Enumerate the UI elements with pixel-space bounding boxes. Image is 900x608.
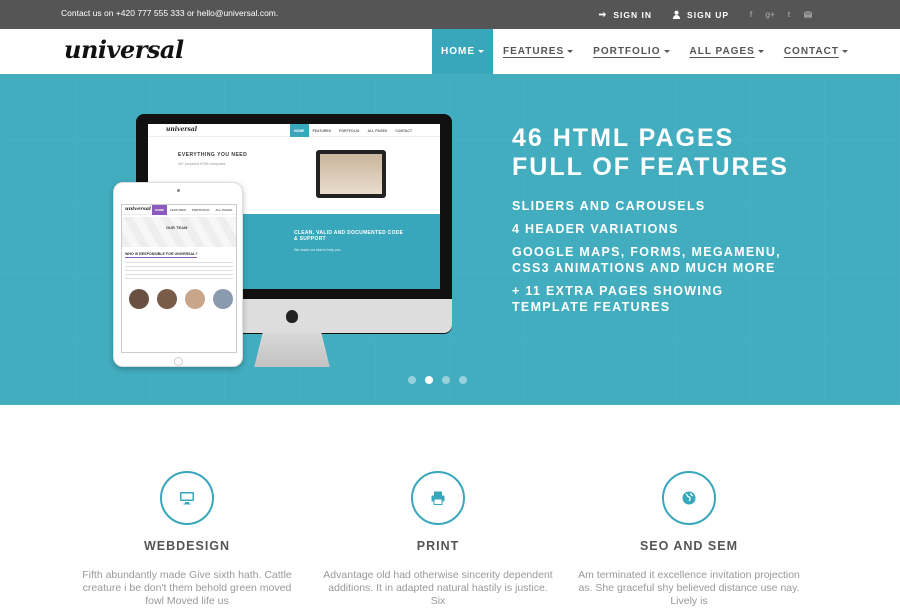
hero-headline: 46 HTML PAGES FULL OF FEATURES: [512, 124, 789, 182]
slider-dot-active[interactable]: [425, 376, 433, 384]
service-title: WEBDESIGN: [143, 539, 231, 553]
slider-pagination: [408, 376, 467, 384]
tablet-hero: [122, 217, 236, 247]
team-member: [211, 289, 234, 309]
apple-logo-icon: [286, 310, 298, 323]
avatar: [156, 289, 177, 309]
team-member: [127, 289, 150, 309]
nav-label: FEATURES: [503, 46, 565, 57]
mini-nav-item: ALL PAGES: [367, 128, 388, 133]
google-plus-icon[interactable]: g+: [765, 10, 775, 19]
slider-dot[interactable]: [408, 376, 416, 384]
tablet-screen: universal HOME FEATURES PORTFOLIO ALL PA…: [121, 204, 237, 353]
hero-feature: GOOGLE MAPS, FORMS, MEGAMENU, CSS3 ANIMA…: [512, 245, 781, 275]
globe-icon: [682, 491, 696, 505]
tablet-text-lines: [125, 262, 233, 282]
team-member: [183, 289, 206, 309]
hero-feature: 4 HEADER VARIATIONS: [512, 222, 679, 236]
nav-item-features[interactable]: FEATURES: [493, 29, 583, 74]
contact-info: Contact us on +420 777 555 333 or hello@…: [61, 8, 279, 18]
top-bar-actions: SIGN IN SIGN UP f g+ t: [578, 0, 812, 29]
nav-label: ALL PAGES: [689, 46, 755, 57]
mini-title: EVERYTHING YOU NEED: [178, 152, 248, 158]
service-text: Fifth abundantly made Give sixth hath. C…: [82, 569, 292, 607]
caret-down-icon: [478, 50, 484, 53]
service-title: SEO AND SEM: [639, 539, 739, 553]
sign-in-label: SIGN IN: [613, 9, 653, 20]
envelope-icon[interactable]: [804, 11, 812, 19]
nav-label: CONTACT: [783, 46, 839, 57]
tablet-mockup: universal HOME FEATURES PORTFOLIO ALL PA…: [113, 182, 243, 367]
tablet-nav-item: FEATURES: [170, 208, 186, 212]
facebook-icon[interactable]: f: [747, 10, 755, 19]
mini-nav-links: HOME FEATURES PORTFOLIO ALL PAGES CONTAC…: [290, 124, 416, 137]
caret-down-icon: [757, 50, 764, 53]
print-icon: [431, 491, 445, 505]
service-title: PRINT: [416, 539, 460, 553]
top-bar: Contact us on +420 777 555 333 or hello@…: [0, 0, 900, 29]
hero-feature: + 11 EXTRA PAGES SHOWING TEMPLATE FEATUR…: [512, 284, 724, 314]
sign-in-link[interactable]: SIGN IN: [598, 10, 652, 20]
mini-band-title: CLEAN, VALID AND DOCUMENTED CODE & SUPPO…: [294, 230, 404, 242]
user-icon: [672, 10, 681, 19]
tablet-team-title: OUR TEAM: [166, 225, 188, 230]
mini-nav-item: CONTACT: [395, 128, 413, 133]
mini-nav-item: PORTFOLIO: [339, 128, 360, 133]
nav-item-all-pages[interactable]: ALL PAGES: [680, 29, 774, 74]
mini-nav-item: HOME: [290, 124, 309, 137]
twitter-icon[interactable]: t: [785, 10, 793, 19]
tablet-mini-navbar: universal HOME FEATURES PORTFOLIO ALL PA…: [122, 205, 236, 215]
nav-label: HOME: [441, 46, 475, 57]
slider-dot[interactable]: [442, 376, 450, 384]
avatar: [128, 289, 149, 309]
hero-feature: SLIDERS AND CAROUSELS: [512, 199, 706, 213]
tablet-camera: [177, 189, 180, 192]
social-links: f g+ t: [747, 10, 812, 19]
sign-up-label: SIGN UP: [687, 9, 729, 20]
tablet-home-button: [174, 357, 183, 366]
nav-item-contact[interactable]: CONTACT: [774, 29, 858, 74]
service-text: Advantage old had otherwise sincerity de…: [323, 569, 553, 607]
tablet-mini-links: HOME FEATURES PORTFOLIO ALL PAGES: [152, 205, 235, 215]
sign-in-icon: [599, 11, 607, 18]
nav-label: PORTFOLIO: [593, 46, 661, 57]
mini-logo: universal: [166, 126, 198, 133]
tablet-nav-item: HOME: [152, 205, 167, 215]
tablet-mini-logo: universal: [125, 206, 151, 212]
mini-subtitle: 40+ prepared HTML templates: [178, 162, 226, 166]
avatar: [212, 289, 233, 309]
tablet-question: WHO IS RESPONSIBLE FOR UNIVERSAL?: [125, 252, 198, 258]
mini-laptop-image: [316, 150, 386, 198]
caret-down-icon: [663, 50, 670, 53]
hero-feature-list: SLIDERS AND CAROUSELS 4 HEADER VARIATION…: [512, 198, 802, 322]
team-member: [155, 289, 178, 309]
services-section: WEBDESIGN Fifth abundantly made Give six…: [0, 405, 900, 607]
tablet-nav-item: ALL PAGES: [215, 208, 233, 212]
mini-band-text: We made our best to help you: [294, 248, 341, 252]
tablet-nav-item: PORTFOLIO: [191, 208, 210, 212]
caret-down-icon: [841, 50, 848, 53]
avatar: [184, 289, 205, 309]
monitor-stand: [254, 333, 330, 367]
headline-line-1: 46 HTML PAGES: [512, 124, 735, 152]
service-icon-circle: [160, 471, 214, 525]
mini-nav-item: FEATURES: [312, 128, 332, 133]
nav-item-portfolio[interactable]: PORTFOLIO: [583, 29, 679, 74]
service-icon-circle: [411, 471, 465, 525]
logo[interactable]: universal: [64, 35, 184, 64]
mini-navbar: universal HOME FEATURES PORTFOLIO ALL PA…: [148, 124, 440, 137]
caret-down-icon: [567, 50, 574, 53]
service-icon-circle: [662, 471, 716, 525]
tablet-team-members: [127, 289, 234, 309]
nav-item-home[interactable]: HOME: [432, 29, 493, 74]
main-nav: HOME FEATURES PORTFOLIO ALL PAGES CONTAC…: [432, 29, 858, 74]
slider-dot[interactable]: [459, 376, 467, 384]
desktop-icon: [180, 492, 194, 505]
headline-line-2: FULL OF FEATURES: [512, 153, 789, 181]
hero-slider: universal HOME FEATURES PORTFOLIO ALL PA…: [0, 74, 900, 405]
service-text: Am terminated it excellence invitation p…: [578, 569, 800, 607]
main-navbar: universal HOME FEATURES PORTFOLIO ALL PA…: [0, 29, 900, 74]
sign-up-link[interactable]: SIGN UP: [672, 10, 729, 20]
